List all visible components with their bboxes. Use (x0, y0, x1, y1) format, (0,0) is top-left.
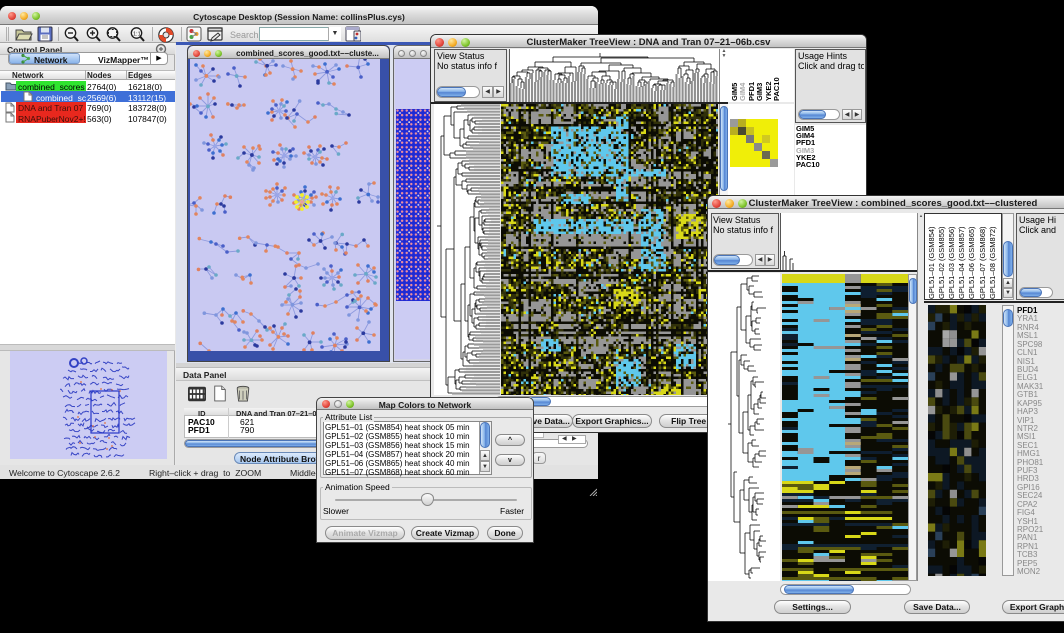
svg-text:1:1: 1:1 (133, 32, 141, 38)
